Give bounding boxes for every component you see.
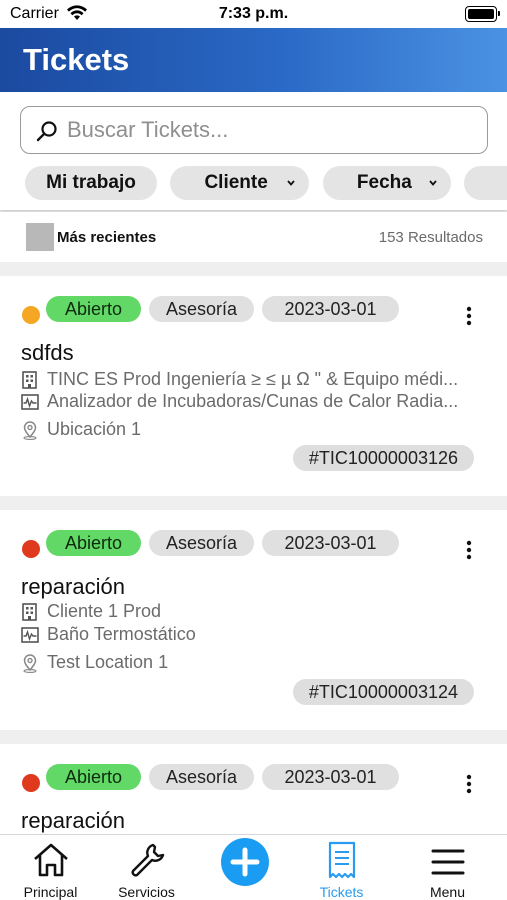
state-badge: Abierto <box>46 530 141 556</box>
ticket-card[interactable]: Abierto Asesoría 2023-03-01 reparación C… <box>0 510 507 730</box>
equipment-row: Analizador de Incubadoras/Cunas de Calor… <box>20 390 490 414</box>
equipment-monitor-icon <box>21 627 39 643</box>
tab-bar: Principal Servicios Tickets Menu <box>0 834 507 900</box>
chevron-down-icon <box>429 180 437 186</box>
battery-icon <box>465 6 500 22</box>
home-icon <box>33 843 68 877</box>
menu-icon <box>431 849 464 875</box>
category-badge: Asesoría <box>149 764 254 790</box>
date-badge: 2023-03-01 <box>262 764 399 790</box>
ticket-code: #TIC10000003126 <box>292 445 474 471</box>
ticket-title: sdfds <box>21 340 74 365</box>
status-dot <box>22 306 40 324</box>
ticket-code: #TIC10000003124 <box>292 679 474 705</box>
state-badge: Abierto <box>46 764 141 790</box>
client-row: TINC ES Prod Ingeniería ≥ ≤ µ Ω " & Equi… <box>20 368 490 392</box>
ticket-card[interactable]: Abierto Asesoría 2023-03-01 sdfds TINC E… <box>0 276 507 496</box>
status-bar: Carrier 7:33 p.m. <box>0 0 507 28</box>
ticket-icon <box>328 841 355 879</box>
state-badge: Abierto <box>46 296 141 322</box>
location-row: Ubicación 1 <box>20 418 490 442</box>
sort-row: Más recientes 153 Resultados <box>0 212 507 262</box>
building-icon <box>22 603 37 621</box>
tab-tickets[interactable]: Tickets <box>291 835 392 900</box>
location-pin-icon <box>23 421 37 440</box>
tab-label: Servicios <box>118 884 175 900</box>
add-ticket-button[interactable] <box>221 838 269 886</box>
equipment-name: Analizador de Incubadoras/Cunas de Calor… <box>47 391 459 411</box>
tab-menu[interactable]: Menu <box>397 835 498 900</box>
category-badge: Asesoría <box>149 296 254 322</box>
building-icon <box>22 371 37 389</box>
search-box[interactable] <box>20 106 488 154</box>
page-title: Tickets <box>23 42 130 77</box>
location-row: Test Location 1 <box>20 651 490 675</box>
sort-label[interactable]: Más recientes <box>57 229 156 246</box>
search-area: Mi trabajo Cliente Fecha <box>0 92 507 210</box>
filter-chip-more[interactable] <box>464 166 507 200</box>
client-name: Cliente 1 Prod <box>47 601 162 621</box>
ticket-title: reparación <box>21 574 125 599</box>
filter-chip-label: Mi trabajo <box>46 172 136 193</box>
location-name: Ubicación 1 <box>47 419 142 439</box>
more-options-icon[interactable] <box>465 306 473 328</box>
clock: 7:33 p.m. <box>218 5 289 22</box>
filter-chip-label: Cliente <box>204 172 268 193</box>
tab-label: Principal <box>23 884 78 900</box>
tab-servicios[interactable]: Servicios <box>96 835 197 900</box>
more-options-icon[interactable] <box>465 774 473 796</box>
tab-label: Menu <box>429 884 466 900</box>
sort-checkbox[interactable] <box>26 223 54 251</box>
filter-chip-client[interactable]: Cliente <box>170 166 310 200</box>
add-icon <box>230 847 260 877</box>
tab-principal[interactable]: Principal <box>0 835 101 900</box>
location-name: Test Location 1 <box>47 652 169 672</box>
more-options-icon[interactable] <box>465 540 473 562</box>
wrench-icon <box>131 843 164 877</box>
date-badge: 2023-03-01 <box>262 530 399 556</box>
filter-chips: Mi trabajo Cliente Fecha <box>25 166 507 202</box>
app-header: Tickets <box>0 28 507 92</box>
chevron-down-icon <box>287 180 296 186</box>
ticket-card[interactable]: Abierto Asesoría 2023-03-01 reparación <box>0 744 507 834</box>
filter-chip-my-work[interactable]: Mi trabajo <box>25 166 157 200</box>
search-input[interactable] <box>67 116 467 144</box>
equipment-row: Baño Termostático <box>20 623 490 647</box>
filter-chip-date[interactable]: Fecha <box>322 166 451 200</box>
equipment-name: Baño Termostático <box>47 624 196 644</box>
status-dot <box>22 540 40 558</box>
ticket-title: reparación <box>21 808 125 833</box>
filter-chip-label: Fecha <box>356 172 412 193</box>
category-badge: Asesoría <box>149 530 254 556</box>
tab-label: Tickets <box>319 884 364 900</box>
location-pin-icon <box>23 654 37 673</box>
client-row: Cliente 1 Prod <box>20 600 490 624</box>
client-name: TINC ES Prod Ingeniería ≥ ≤ µ Ω " & Equi… <box>47 369 459 389</box>
results-count: 153 Resultados <box>378 229 483 246</box>
search-icon <box>36 121 57 142</box>
status-dot <box>22 774 40 792</box>
screen: Carrier 7:33 p.m. Tickets Mi trabajo Cli… <box>0 0 507 900</box>
equipment-monitor-icon <box>21 394 39 410</box>
date-badge: 2023-03-01 <box>262 296 399 322</box>
